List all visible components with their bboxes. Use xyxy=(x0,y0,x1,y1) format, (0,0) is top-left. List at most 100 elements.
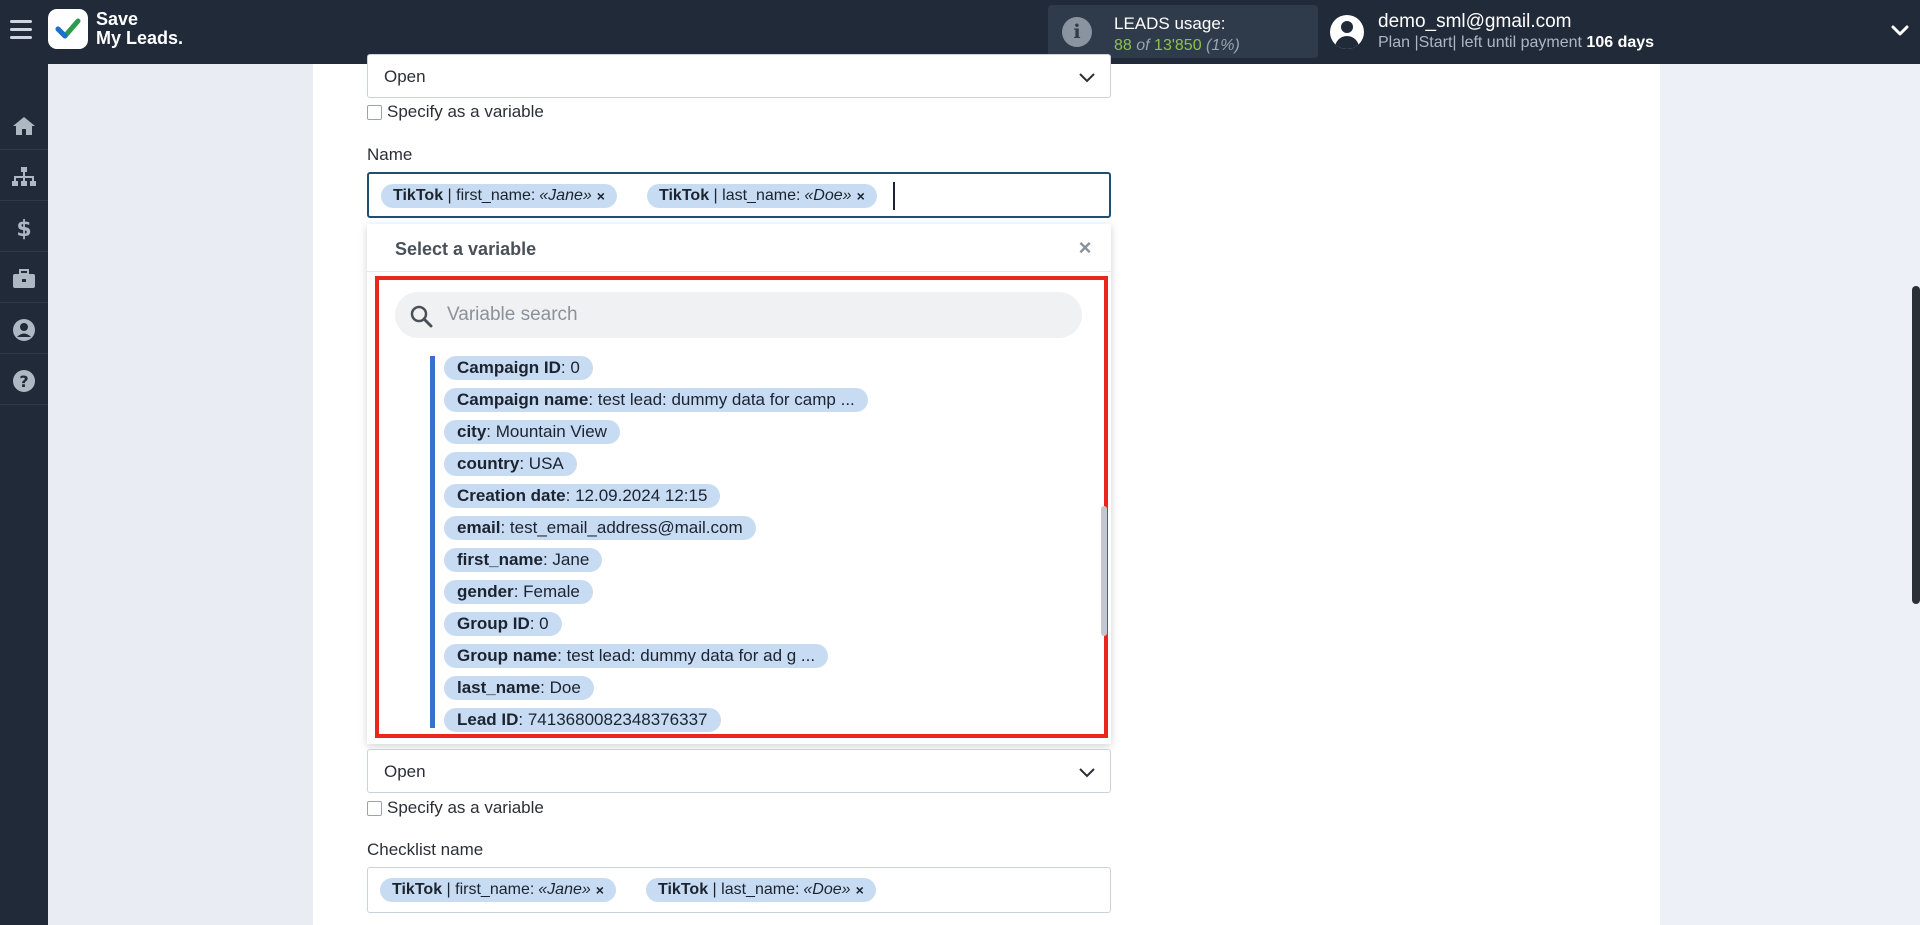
tag-source: TikTok xyxy=(659,187,710,204)
specify-variable-checkbox-top[interactable]: Specify as a variable xyxy=(367,102,544,122)
variable-item[interactable]: Group name: test lead: dummy data for ad… xyxy=(444,644,829,668)
variable-value: : Doe xyxy=(540,678,581,697)
variable-value: : test_email_address@mail.com xyxy=(500,518,743,537)
checkbox-label: Specify as a variable xyxy=(387,798,544,817)
tag-remove-icon[interactable]: × xyxy=(856,882,864,898)
variable-value: : test lead: dummy data for camp ... xyxy=(588,390,855,409)
svg-text:$: $ xyxy=(16,217,31,240)
variable-key: Creation date xyxy=(457,486,566,505)
logo-text-line2: My Leads. xyxy=(96,28,184,48)
tag-value: «Jane» xyxy=(539,187,592,204)
home-icon[interactable] xyxy=(0,102,48,150)
avatar-icon xyxy=(1330,15,1364,49)
variable-key: gender xyxy=(457,582,514,601)
checklist-name-label: Checklist name xyxy=(367,840,484,859)
variable-tag: TikTok | first_name: «Jane» × xyxy=(380,878,616,902)
user-circle-icon[interactable] xyxy=(0,306,48,354)
variable-tag: TikTok | last_name: «Doe» × xyxy=(646,878,876,902)
chevron-down-icon[interactable] xyxy=(1890,20,1910,40)
status-select-top[interactable]: Open xyxy=(367,54,1111,98)
variable-value: : Jane xyxy=(542,550,590,569)
name-field[interactable]: TikTok | first_name: «Jane» × TikTok | las… xyxy=(367,172,1111,218)
usage-percent: (1%) xyxy=(1206,37,1240,54)
dollar-icon[interactable]: $ xyxy=(0,204,48,252)
usage-value: 88 of 13'850 (1%) xyxy=(1114,37,1240,55)
page-scrollbar[interactable] xyxy=(1912,286,1920,604)
usage-limit: 13'850 xyxy=(1154,37,1202,54)
dropdown-scrollbar[interactable] xyxy=(1101,506,1107,636)
variable-item[interactable]: Lead ID: 7413680082348376337 xyxy=(444,708,721,732)
user-plan: Plan |Start| left until payment 106 days xyxy=(1378,34,1654,52)
checklist-name-field[interactable]: TikTok | first_name: «Jane» × TikTok | las… xyxy=(367,867,1111,913)
logo[interactable]: Save My Leads. xyxy=(48,9,183,49)
menu-icon[interactable] xyxy=(10,20,32,40)
plan-days: 106 days xyxy=(1586,34,1655,51)
tag-source: TikTok xyxy=(393,187,444,204)
variable-item[interactable]: Campaign ID: 0 xyxy=(444,356,593,380)
variable-key: Campaign ID xyxy=(457,358,561,377)
tag-field: first_name: xyxy=(455,881,535,898)
tag-field: last_name: xyxy=(721,881,800,898)
checkbox-box[interactable] xyxy=(367,800,382,816)
variable-key: Group name xyxy=(457,646,558,665)
variable-item[interactable]: Campaign name: test lead: dummy data for… xyxy=(444,388,868,412)
variable-value: : USA xyxy=(519,454,564,473)
briefcase-icon[interactable] xyxy=(0,255,48,303)
usage-title: LEADS usage: xyxy=(1114,14,1226,33)
variable-item[interactable]: last_name: Doe xyxy=(444,676,594,700)
tag-value: «Jane» xyxy=(538,881,591,898)
plan-text: Plan |Start| left until payment xyxy=(1378,34,1582,51)
name-label: Name xyxy=(367,145,413,164)
variable-item[interactable]: city: Mountain View xyxy=(444,420,620,444)
search-icon xyxy=(410,305,433,328)
tag-source: TikTok xyxy=(658,881,709,898)
variable-key: country xyxy=(457,454,520,473)
variable-dropdown-title: Select a variable xyxy=(395,239,537,259)
variable-tag: TikTok | last_name: «Doe» × xyxy=(647,184,877,208)
variable-value: : Female xyxy=(513,582,580,601)
tag-field: first_name: xyxy=(456,187,536,204)
usage-of: of xyxy=(1136,37,1150,54)
variable-dropdown: Select a variable × Campaign ID: 0 Campa… xyxy=(367,224,1111,744)
logo-check-icon xyxy=(48,9,88,49)
text-caret xyxy=(893,182,895,210)
variable-dropdown-header: Select a variable × xyxy=(367,224,1111,272)
variable-item[interactable]: first_name: Jane xyxy=(444,548,603,572)
variable-item[interactable]: email: test_email_address@mail.com xyxy=(444,516,756,540)
user-email: demo_sml@gmail.com xyxy=(1378,11,1572,32)
sitemap-icon[interactable] xyxy=(0,153,48,201)
variable-value: : 0 xyxy=(560,358,580,377)
sidebar: $ ? xyxy=(0,64,48,925)
tag-remove-icon[interactable]: × xyxy=(857,188,865,204)
tag-remove-icon[interactable]: × xyxy=(597,188,605,204)
variable-value: : 12.09.2024 12:15 xyxy=(565,486,708,505)
svg-text:?: ? xyxy=(19,372,28,391)
checkbox-box[interactable] xyxy=(367,104,382,120)
tag-remove-icon[interactable]: × xyxy=(596,882,604,898)
variable-search-input[interactable] xyxy=(447,300,1047,330)
variable-item[interactable]: Group ID: 0 xyxy=(444,612,562,636)
variable-value: : test lead: dummy data for ad g ... xyxy=(557,646,816,665)
info-icon: i xyxy=(1062,17,1092,47)
variable-value: : 0 xyxy=(529,614,549,633)
variable-item[interactable]: Creation date: 12.09.2024 12:15 xyxy=(444,484,721,508)
chevron-down-icon xyxy=(1079,768,1095,778)
variable-key: last_name xyxy=(457,678,541,697)
variable-search[interactable] xyxy=(395,292,1082,338)
variable-key: Lead ID xyxy=(457,710,519,729)
variable-key: email xyxy=(457,518,501,537)
specify-variable-checkbox-bottom[interactable]: Specify as a variable xyxy=(367,798,544,818)
variable-item[interactable]: gender: Female xyxy=(444,580,593,604)
variable-item[interactable]: country: USA xyxy=(444,452,577,476)
help-icon[interactable]: ? xyxy=(0,357,48,405)
variable-value: : 7413680082348376337 xyxy=(518,710,708,729)
tag-field: last_name: xyxy=(722,187,801,204)
tag-value: «Doe» xyxy=(803,881,851,898)
chevron-down-icon xyxy=(1079,73,1095,83)
close-icon[interactable]: × xyxy=(1075,237,1095,259)
status-select-bottom[interactable]: Open xyxy=(367,749,1111,793)
list-indicator-bar xyxy=(430,356,435,728)
checkbox-label: Specify as a variable xyxy=(387,102,544,121)
logo-text-line1: Save xyxy=(96,9,139,29)
tag-source: TikTok xyxy=(392,881,443,898)
